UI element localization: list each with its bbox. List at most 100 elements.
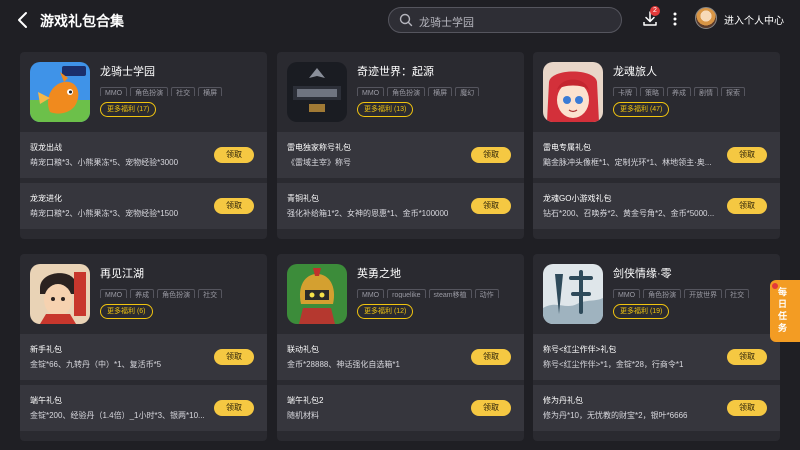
tag: 社交 [171,87,196,96]
tag: MMO [100,87,128,96]
gift-title: 端午礼包 [30,396,62,405]
search-input[interactable]: 龙骑士学园 [388,7,622,33]
page-title: 游戏礼包合集 [40,13,124,29]
tag: 角色扮演 [387,87,426,96]
game-name: 剑侠情缘·零 [613,268,672,280]
gift-desc: 萌宠口粮*3、小熊果冻*5、宠物经验*3000 [30,158,179,167]
game-icon-dragon-soul [543,62,603,122]
search-icon [399,13,413,27]
claim-button[interactable]: 领取 [471,147,511,163]
gift-title: 龙宠进化 [30,194,62,203]
claim-button[interactable]: 领取 [727,198,767,214]
more-benefits-button[interactable]: 更多福利 (13) [357,102,414,117]
gift-title: 修为丹礼包 [543,396,583,405]
gift-title: 龙魂GO小游戏礼包 [543,194,612,203]
tag: 角色扮演 [130,87,169,96]
gift-title: 青铜礼包 [287,194,319,203]
top-bar: 游戏礼包合集 龙骑士学园 2 进入个人中心 [0,0,800,40]
claim-button[interactable]: 领取 [214,198,254,214]
gift-desc: 修为丹*10，无忧教的财宝*2，银叶*6666 [543,411,688,420]
tag: 养成 [130,289,155,298]
gift-row: 雷电专属礼包 黯金脉冲头像框*1、定制光环*1、林地领主·奥... 领取 [533,132,780,178]
game-icon-farewell-jianghu [30,264,90,324]
gift-desc: 金币*28888、神话强化自选箱*1 [287,360,400,369]
gift-desc: 强化补给箱1*2、女神的恩惠*1、金币*100000 [287,209,449,218]
gift-title: 新手礼包 [30,345,62,354]
tag-list: MMO 角色扮演 开放世界 社交 [613,284,775,298]
more-vertical-icon[interactable] [670,10,680,28]
tag: 养成 [667,87,691,96]
gift-row: 新手礼包 金锭*66、九转丹（中）*1、复活币*5 领取 [20,334,267,380]
gift-title: 称号<红尘作伴>礼包 [543,345,617,354]
user-center-label: 进入个人中心 [724,16,784,27]
game-name: 龙魂旅人 [613,66,657,78]
claim-button[interactable]: 领取 [471,198,511,214]
more-benefits-button[interactable]: 更多福利 (12) [357,304,414,319]
gift-title: 雷电独家称号礼包 [287,143,351,152]
tag: 角色扮演 [157,289,196,298]
gift-row: 修为丹礼包 修为丹*10，无忧教的财宝*2，银叶*6666 领取 [533,385,780,431]
game-name: 再见江湖 [100,268,144,280]
tag-list: 卡牌 策略 养成 剧情 探索 [613,82,775,96]
gift-row: 联动礼包 金币*28888、神话强化自选箱*1 领取 [277,334,524,380]
gift-title: 驭龙出战 [30,143,62,152]
tag: MMO [357,289,385,298]
gift-desc: 随机材料 [287,411,319,420]
tag: 探索 [721,87,745,96]
gift-row: 端午礼包 金锭*200、经验丹（1.4倍）_1小时*3、银两*10... 领取 [20,385,267,431]
gift-desc: 《雷域主宰》称号 [287,158,351,167]
game-card-dragon-soul: 龙魂旅人 卡牌 策略 养成 剧情 探索 更多福利 (47) 雷电专属礼包 黯金脉冲头像框… [533,52,780,239]
game-card-miracle-world: 奇迹世界：起源 MMO 角色扮演 横屏 魔幻 更多福利 (13) 雷电独家称号礼包 《… [277,52,524,239]
claim-button[interactable]: 领取 [471,400,511,416]
daily-tasks-button[interactable]: 每日任务 [770,280,800,342]
gift-row: 青铜礼包 强化补给箱1*2、女神的恩惠*1、金币*100000 领取 [277,183,524,229]
gift-row: 端午礼包2 随机材料 领取 [277,385,524,431]
tag-list: MMO 角色扮演 社交 横屏 [100,82,262,96]
tag: 角色扮演 [643,289,682,298]
user-center-button[interactable]: 进入个人中心 [695,7,787,33]
gift-desc: 称号<红尘作伴>*1，金锭*28，行商令*1 [543,360,684,369]
gift-desc: 黯金脉冲头像框*1、定制光环*1、林地领主·奥... [543,158,712,167]
back-arrow-icon[interactable] [14,10,32,30]
game-name: 奇迹世界：起源 [357,66,434,78]
game-card-brave-land: 英勇之地 MMO roguelike steam移植 动作 更多福利 (12) 联动礼… [277,254,524,441]
claim-button[interactable]: 领取 [214,147,254,163]
tag-list: MMO roguelike steam移植 动作 [357,284,519,298]
tag: MMO [100,289,128,298]
tag: 开放世界 [684,289,723,298]
avatar [695,7,717,29]
tag: 横屏 [198,87,223,96]
gift-desc: 萌宠口粮*2、小熊果冻*3、宠物经验*1500 [30,209,179,218]
claim-button[interactable]: 领取 [214,400,254,416]
game-name: 英勇之地 [357,268,401,280]
gift-title: 雷电专属礼包 [543,143,591,152]
tag: 社交 [198,289,223,298]
gift-row: 龙宠进化 萌宠口粮*2、小熊果冻*3、宠物经验*1500 领取 [20,183,267,229]
tag: 社交 [725,289,750,298]
tag: MMO [357,87,385,96]
game-icon-brave-land [287,264,347,324]
tag: 横屏 [428,87,453,96]
claim-button[interactable]: 领取 [727,147,767,163]
game-name: 龙骑士学园 [100,66,155,78]
more-benefits-button[interactable]: 更多福利 (17) [100,102,157,117]
gift-desc: 金锭*66、九转丹（中）*1、复活币*5 [30,360,162,369]
tag: 剧情 [694,87,718,96]
more-benefits-button[interactable]: 更多福利 (19) [613,304,670,319]
claim-button[interactable]: 领取 [727,400,767,416]
gift-row: 雷电独家称号礼包 《雷域主宰》称号 领取 [277,132,524,178]
tag: steam移植 [428,289,472,298]
tag-list: MMO 养成 角色扮演 社交 [100,284,262,298]
gift-desc: 钻石*200、召唤券*2、黄金号角*2、金币*5000... [543,209,715,218]
game-icon-jx-zero [543,264,603,324]
tag: roguelike [387,289,426,298]
more-benefits-button[interactable]: 更多福利 (6) [100,304,153,319]
claim-button[interactable]: 领取 [214,349,254,365]
more-benefits-button[interactable]: 更多福利 (47) [613,102,670,117]
claim-button[interactable]: 领取 [727,349,767,365]
download-count-badge: 2 [650,6,660,16]
game-card-dragon-knight: 龙骑士学园 MMO 角色扮演 社交 横屏 更多福利 (17) 驭龙出战 萌宠口粮*3、… [20,52,267,239]
gift-row: 称号<红尘作伴>礼包 称号<红尘作伴>*1，金锭*28，行商令*1 领取 [533,334,780,380]
claim-button[interactable]: 领取 [471,349,511,365]
gift-desc: 金锭*200、经验丹（1.4倍）_1小时*3、银两*10... [30,411,205,420]
